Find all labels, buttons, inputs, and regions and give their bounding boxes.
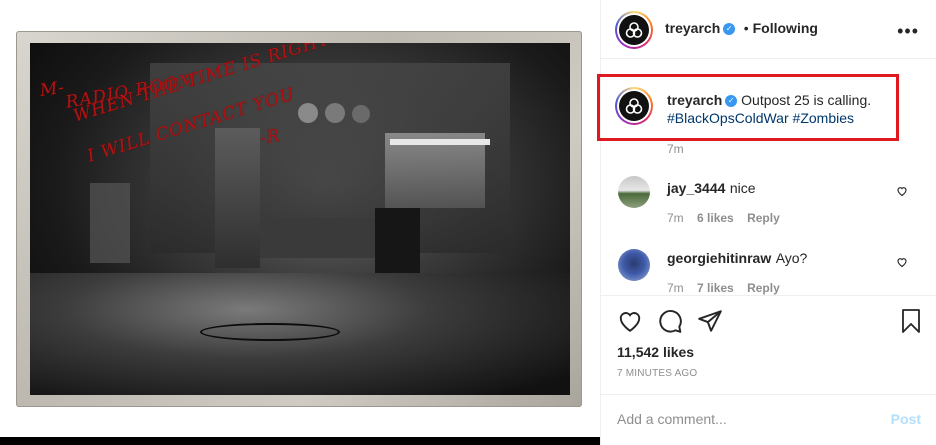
post-media[interactable]: M- RADIO ROOM WHEN THE TIME IS RIGHT I W… bbox=[0, 0, 600, 445]
media-bottom-bar bbox=[0, 437, 600, 445]
floor-cable bbox=[200, 323, 340, 341]
reply-button[interactable]: Reply bbox=[747, 281, 780, 295]
handwritten-note-line: -R bbox=[258, 125, 282, 149]
author-avatar[interactable] bbox=[615, 11, 653, 49]
comment-meta: 7m 7 likes Reply bbox=[667, 281, 780, 295]
reply-button[interactable]: Reply bbox=[747, 211, 780, 225]
comment-line: georgiehitinraw Ayo? bbox=[667, 250, 807, 268]
following-button[interactable]: Following bbox=[753, 20, 818, 36]
post-details-panel: treyarch ✓ • Following ••• treyarch ✓ Outpo… bbox=[600, 0, 936, 445]
post-actions: 11,542 likes 7 MINUTES AGO Post bbox=[601, 295, 936, 445]
comment-input[interactable] bbox=[617, 409, 867, 429]
heart-icon[interactable] bbox=[896, 256, 908, 268]
wall-clock bbox=[325, 103, 345, 123]
comment-time: 7m bbox=[667, 281, 684, 295]
cabinet bbox=[90, 183, 130, 263]
heart-icon[interactable] bbox=[617, 308, 643, 334]
post-comment-button[interactable]: Post bbox=[891, 411, 921, 427]
comment-icon[interactable] bbox=[657, 308, 683, 334]
comment-meta: 7m 6 likes Reply bbox=[667, 211, 780, 225]
heart-icon[interactable] bbox=[896, 185, 908, 197]
author-username[interactable]: treyarch bbox=[665, 20, 720, 36]
separator-dot: • bbox=[743, 20, 749, 36]
caption-time: 7m bbox=[667, 142, 684, 156]
send-icon[interactable] bbox=[697, 308, 723, 334]
post-timestamp[interactable]: 7 MINUTES AGO bbox=[617, 368, 697, 379]
comment-likes[interactable]: 7 likes bbox=[697, 281, 734, 295]
commenter-avatar[interactable] bbox=[618, 249, 650, 281]
post-photo: M- RADIO ROOM WHEN THE TIME IS RIGHT I W… bbox=[30, 43, 570, 395]
wall-clock bbox=[298, 103, 318, 123]
comment-form: Post bbox=[601, 394, 936, 445]
post-header: treyarch ✓ • Following ••• bbox=[601, 0, 936, 59]
more-horizontal-icon[interactable]: ••• bbox=[897, 22, 919, 40]
likes-count[interactable]: 11,542 likes bbox=[617, 344, 694, 360]
handwritten-note-line: M- bbox=[38, 77, 67, 101]
comment-text: Ayo? bbox=[775, 250, 808, 266]
comment-likes[interactable]: 6 likes bbox=[697, 211, 734, 225]
comment-text: nice bbox=[729, 180, 756, 196]
commenter-avatar[interactable] bbox=[618, 176, 650, 208]
comment-line: jay_3444 nice bbox=[667, 180, 756, 198]
treyarch-logo-icon bbox=[619, 15, 649, 45]
header-author-line: treyarch ✓ • Following bbox=[665, 20, 818, 38]
radio-equipment bbox=[215, 128, 260, 268]
ceiling-light bbox=[390, 139, 490, 145]
highlight-box bbox=[597, 74, 899, 141]
comment-author[interactable]: jay_3444 bbox=[667, 180, 725, 196]
bookmark-icon[interactable] bbox=[899, 308, 923, 334]
comment-time: 7m bbox=[667, 211, 684, 225]
verified-badge-icon: ✓ bbox=[723, 22, 736, 35]
comment-author[interactable]: georgiehitinraw bbox=[667, 250, 771, 266]
wall-clock bbox=[352, 105, 370, 123]
